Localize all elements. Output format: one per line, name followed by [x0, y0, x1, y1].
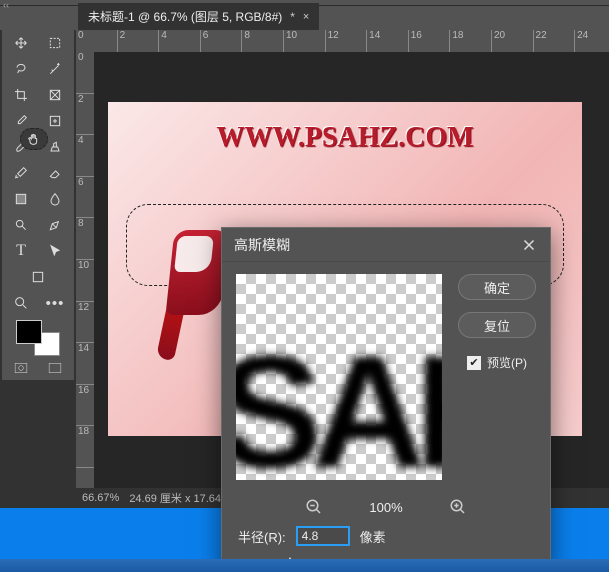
preview-checkbox-label: 预览(P): [487, 354, 527, 371]
lasso-tool-icon[interactable]: [7, 58, 35, 80]
status-zoom[interactable]: 66.67%: [82, 492, 119, 504]
frame-tool-icon[interactable]: [41, 84, 69, 106]
dialog-title-text: 高斯模糊: [234, 235, 290, 255]
gradient-tool-icon[interactable]: [7, 188, 35, 210]
preview-checkbox[interactable]: ✔ 预览(P): [467, 354, 527, 371]
vertical-ruler[interactable]: 024681012141618: [76, 52, 94, 488]
screenmode-icon[interactable]: [45, 360, 65, 376]
watermark-text: WWW.PSAHZ.COM: [108, 122, 582, 154]
reset-button[interactable]: 复位: [458, 312, 536, 338]
pen-tool-icon[interactable]: [41, 214, 69, 236]
blur-tool-icon[interactable]: [41, 188, 69, 210]
dialog-titlebar[interactable]: 高斯模糊: [222, 228, 550, 262]
magic-wand-tool-icon[interactable]: [41, 58, 69, 80]
dialog-close-icon[interactable]: [520, 236, 538, 254]
radius-input[interactable]: [296, 526, 350, 546]
document-tab[interactable]: 未标题-1 @ 66.7% (图层 5, RGB/8#) * ×: [78, 3, 319, 30]
filter-preview[interactable]: SAH: [236, 274, 442, 480]
tab-title: 未标题-1 @ 66.7% (图层 5, RGB/8#): [88, 8, 282, 25]
gaussian-blur-dialog: 高斯模糊 SAH 确定 复位 ✔ 预览(P) 100% 半径(R): 像素: [221, 227, 551, 571]
zoom-out-icon[interactable]: [305, 498, 323, 516]
shape-tool-icon[interactable]: [24, 266, 52, 288]
path-selection-tool-icon[interactable]: [41, 240, 69, 262]
edit-toolbar-icon[interactable]: •••: [41, 292, 69, 314]
eraser-tool-icon[interactable]: [41, 162, 69, 184]
radius-unit: 像素: [360, 527, 386, 546]
quickmask-icon[interactable]: [11, 360, 31, 376]
zoom-in-icon[interactable]: [449, 498, 467, 516]
color-swatches[interactable]: [16, 320, 60, 356]
status-docsize: 24.69 厘米 x 17.64: [129, 490, 221, 506]
hand-tool-icon[interactable]: [20, 128, 48, 150]
ok-button[interactable]: 确定: [458, 274, 536, 300]
tab-modified-indicator: *: [290, 10, 295, 24]
crop-tool-icon[interactable]: [7, 84, 35, 106]
foreground-color-swatch[interactable]: [16, 320, 42, 344]
zoom-tool-icon[interactable]: [7, 292, 35, 314]
tab-close-icon[interactable]: ×: [303, 11, 309, 23]
letter-p-artwork: [160, 222, 230, 372]
horizontal-ruler[interactable]: 024681012141618202224: [76, 30, 609, 52]
history-brush-tool-icon[interactable]: [7, 162, 35, 184]
type-tool-icon[interactable]: T: [7, 240, 35, 262]
document-tabbar: 未标题-1 @ 66.7% (图层 5, RGB/8#) * ×: [0, 6, 609, 30]
dodge-tool-icon[interactable]: [7, 214, 35, 236]
checkbox-icon: ✔: [467, 356, 481, 370]
radius-label: 半径(R):: [238, 527, 286, 546]
zoom-level: 100%: [369, 500, 402, 515]
preview-shape: SAH: [236, 320, 442, 480]
tools-panel: T •••: [2, 26, 74, 380]
marquee-tool-icon[interactable]: [41, 32, 69, 54]
move-tool-icon[interactable]: [7, 32, 35, 54]
healing-brush-tool-icon[interactable]: [41, 110, 69, 132]
os-taskbar: [0, 559, 609, 572]
